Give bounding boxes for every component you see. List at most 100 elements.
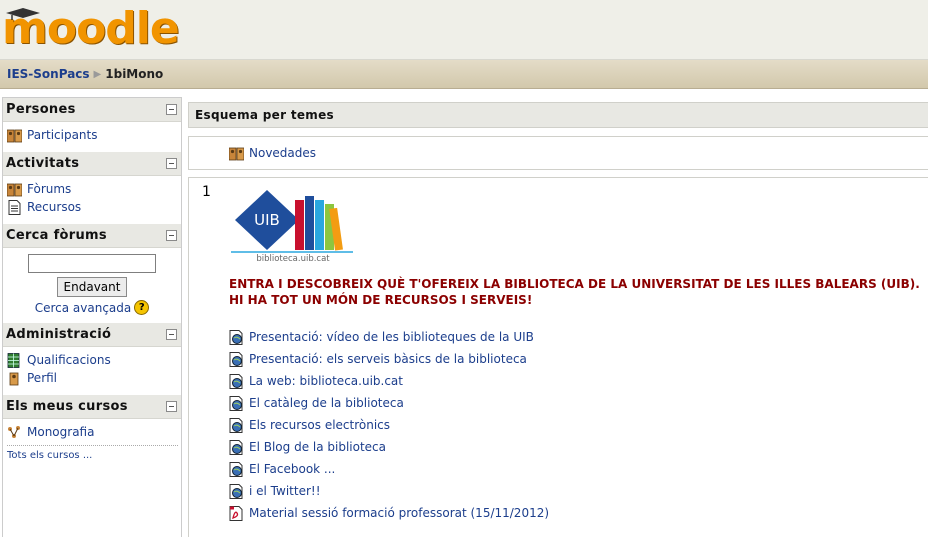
resource-link[interactable]: Presentació: vídeo de les biblioteques d… [229,326,549,348]
participants-link[interactable]: Participants [7,126,178,144]
participants-label: Participants [27,128,98,142]
block-people-header: Persones [3,98,181,122]
resource-label: Presentació: vídeo de les biblioteques d… [249,330,534,344]
resource-label: Els recursos electrònics [249,418,391,432]
resource-link[interactable]: Presentació: els serveis bàsics de la bi… [229,348,549,370]
web-link-icon [229,329,243,345]
logo-caption: biblioteca.uib.cat [256,254,330,262]
course-label: Monografia [27,425,95,439]
profile-link[interactable]: Perfil [7,369,178,387]
section-0: Novedades [188,136,928,170]
resource-link[interactable]: La web: biblioteca.uib.cat [229,370,549,392]
topics-outline-header: Esquema per temes [188,102,928,128]
forums-label: Fòrums [27,182,72,196]
announcement-text: ENTRA I DESCOBREIX QUÈ T'OFEREIX LA BIBL… [229,276,920,308]
resource-label: El catàleg de la biblioteca [249,396,404,410]
block-activities-title: Activitats [6,156,80,171]
block-search-title: Cerca fòrums [6,228,107,243]
advanced-search-label: Cerca avançada [34,300,132,315]
help-icon[interactable]: ? [134,300,150,315]
resource-link[interactable]: i el Twitter!! [229,480,549,502]
block-activities-header: Activitats [3,152,181,176]
user-icon [9,372,19,385]
block-people: Persones Participants [3,98,181,152]
document-icon [8,199,21,215]
web-link-icon [229,351,243,367]
collapse-icon[interactable] [166,104,177,115]
breadcrumb-separator-icon: ▶ [93,68,102,80]
block-admin-title: Administració [6,327,112,342]
breadcrumb-current: 1biMono [105,67,164,81]
section-1: 1 UIB biblioteca.uib.cat ENTRA I DESCOBR… [188,177,928,537]
breadcrumb-home-link[interactable]: IES-SonPacs [7,67,90,81]
profile-label: Perfil [27,371,58,385]
web-link-icon [229,461,243,477]
web-link-icon [229,439,243,455]
block-activities: Activitats Fòrums Recursos [3,152,181,224]
uib-library-logo[interactable]: UIB biblioteca.uib.cat [229,186,357,264]
announcement-line-1: ENTRA I DESCOBREIX QUÈ T'OFEREIX LA BIBL… [229,277,920,291]
left-column: Persones Participants Activitats Fòrums … [2,97,182,537]
collapse-icon[interactable] [166,158,177,169]
resources-label: Recursos [27,200,82,214]
block-courses-title: Els meus cursos [6,399,128,414]
resource-link[interactable]: El Blog de la biblioteca [229,436,549,458]
grades-link[interactable]: Qualificacions [7,351,178,369]
news-forum-label: Novedades [249,146,317,160]
grades-label: Qualificacions [27,353,111,367]
resource-link[interactable]: El Facebook ... [229,458,549,480]
block-people-title: Persones [6,102,76,117]
uib-badge-text: UIB [254,211,280,229]
graduation-cap-icon [6,8,40,20]
block-my-courses: Els meus cursos Monografia Tots els curs… [3,395,181,469]
grades-icon [7,352,20,368]
web-link-icon [229,395,243,411]
resource-link[interactable]: Material sessió formació professorat (15… [229,502,549,524]
advanced-search-link[interactable]: Cerca avançada ? [35,300,150,315]
block-admin-header: Administració [3,323,181,347]
resource-label: Presentació: els serveis bàsics de la bi… [249,352,527,366]
pdf-icon [229,505,243,521]
block-administration: Administració Qualificacions Perfil [3,323,181,395]
library-books-icon: UIB biblioteca.uib.cat [231,190,353,264]
search-forums-input[interactable] [28,254,156,273]
resource-link[interactable]: Els recursos electrònics [229,414,549,436]
resource-label: El Facebook ... [249,462,336,476]
block-search-body: Endavant Cerca avançada ? [3,248,181,323]
web-link-icon [229,417,243,433]
people-icon [7,129,22,142]
resource-link[interactable]: El catàleg de la biblioteca [229,392,549,414]
section-number: 1 [202,184,211,200]
announcement-line-2: HI HA TOT UN MÓN DE RECURSOS I SERVEIS! [229,293,533,307]
block-search-header: Cerca fòrums [3,224,181,248]
forums-link[interactable]: Fòrums [7,180,178,198]
resource-label: El Blog de la biblioteca [249,440,387,454]
block-activities-body: Fòrums Recursos [3,176,181,224]
collapse-icon[interactable] [166,329,177,340]
block-courses-body: Monografia Tots els cursos ... [3,419,181,469]
block-search-forums: Cerca fòrums Endavant Cerca avançada ? [3,224,181,323]
resource-label: Material sessió formació professorat (15… [249,506,550,520]
course-link-monografia[interactable]: Monografia [7,423,178,441]
resource-label: La web: biblioteca.uib.cat [249,374,403,388]
block-people-body: Participants [3,122,181,152]
news-forum-link[interactable]: Novedades [229,142,316,164]
web-link-icon [229,373,243,389]
block-admin-body: Qualificacions Perfil [3,347,181,395]
web-link-icon [229,483,243,499]
forum-icon [229,147,244,160]
breadcrumb: IES-SonPacs ▶ 1biMono [0,60,928,89]
forum-icon [7,183,22,196]
course-content: Esquema per temes Novedades 1 UIB biblio… [188,102,928,537]
all-courses-link[interactable]: Tots els cursos ... [7,445,178,461]
collapse-icon[interactable] [166,401,177,412]
search-go-button[interactable]: Endavant [56,277,128,297]
collapse-icon[interactable] [166,230,177,241]
resource-label: i el Twitter!! [249,484,321,498]
moodle-logo[interactable]: moodle [2,4,180,54]
resources-link[interactable]: Recursos [7,198,178,216]
page-header: moodle [0,0,928,60]
resource-list: Presentació: vídeo de les biblioteques d… [229,326,549,524]
course-icon [8,425,20,438]
block-courses-header: Els meus cursos [3,395,181,419]
